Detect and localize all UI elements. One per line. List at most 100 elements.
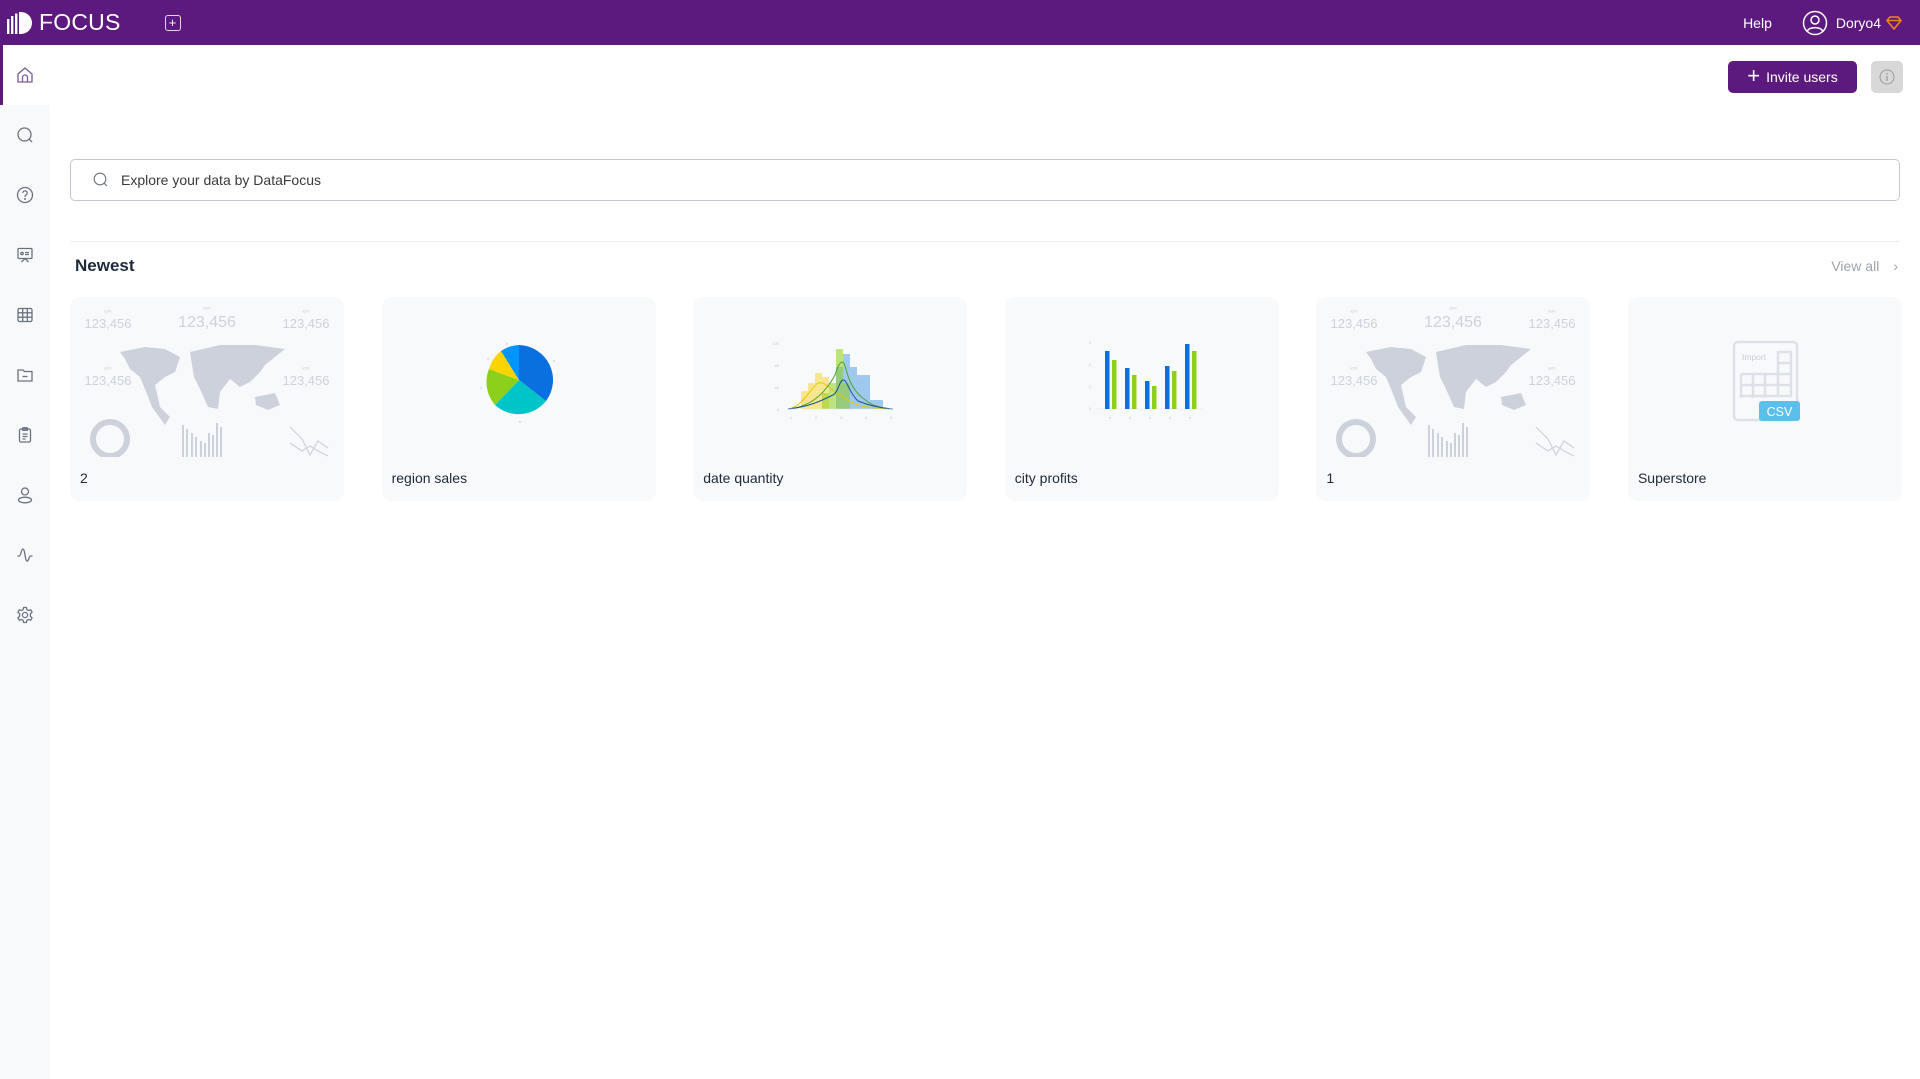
plus-icon: +	[1747, 63, 1761, 88]
x-tick: 4	[865, 415, 868, 420]
bar-blue-b	[1124, 368, 1130, 409]
section-divider	[70, 241, 1900, 242]
sidebar-item-settings[interactable]	[0, 585, 50, 645]
x-tick: e	[1189, 415, 1192, 420]
y-tick: 0	[1089, 406, 1092, 411]
focus-logo-icon	[7, 11, 32, 34]
app-logo[interactable]: FOCUS	[6, 0, 121, 45]
card-title: date quantity	[703, 470, 784, 486]
y-tick: 40	[775, 385, 780, 390]
dashboard-thumbnail: KPI KPI KPI KPI KPI 123,456 123,456 123,…	[70, 297, 344, 457]
kpi-label: KPI	[203, 306, 210, 311]
sidebar-item-clipboard[interactable]	[0, 405, 50, 465]
card-item[interactable]: 0 1 2 3 a b c d e city profits	[1004, 297, 1279, 501]
new-tab-button[interactable]: +	[164, 14, 181, 31]
csv-import-icon: Import CSV	[1732, 340, 1800, 422]
kpi-value: 123,456	[178, 314, 236, 331]
sidebar	[0, 45, 50, 1079]
username: Doryo4	[1835, 14, 1881, 31]
invite-users-button[interactable]: + Invite users	[1728, 61, 1857, 93]
card-item[interactable]: Import CSV Superstore	[1627, 297, 1902, 501]
kpi-label: KPI	[1351, 309, 1358, 314]
newest-cards: KPI KPI KPI KPI KPI 123,456 123,456 123,…	[70, 297, 1902, 501]
y-tick: 3	[1089, 340, 1092, 345]
pie-label: b	[518, 419, 521, 424]
card-title: region sales	[391, 470, 468, 486]
gear-icon	[17, 606, 33, 624]
pie-chart-preview-icon: a b c d e	[480, 341, 556, 424]
chevron-right-icon: ›	[1893, 258, 1898, 274]
y-tick: 1	[1089, 384, 1092, 389]
kpi-value: 123,456	[283, 316, 330, 331]
kpi-label: KPI	[1450, 306, 1457, 311]
bar-green-a	[1111, 360, 1117, 409]
kpi-value: 123,456	[1331, 316, 1378, 331]
info-button[interactable]	[1871, 61, 1903, 93]
card-item[interactable]: KPI KPI KPI KPI KPI 123,456 123,456 123,…	[1316, 297, 1591, 501]
card-title: city profits	[1014, 470, 1078, 486]
kpi-label: KPI	[1351, 366, 1358, 371]
bar-chart-preview-icon: 0 1 2 3 a b c d e	[1089, 340, 1203, 420]
main-content: + Invite users Newest View all › KPI	[50, 45, 1920, 1079]
bar-thumbnail: 0 1 2 3 a b c d e	[1005, 297, 1279, 457]
y-tick: 0	[777, 407, 780, 412]
presentation-icon	[17, 247, 33, 263]
plus-square-icon: +	[168, 15, 177, 30]
card-title: 2	[80, 470, 88, 486]
x-tick: b	[1129, 415, 1132, 420]
kpi-value: 123,456	[85, 316, 132, 331]
sidebar-item-home[interactable]	[0, 45, 50, 105]
sidebar-item-tables[interactable]	[0, 285, 50, 345]
pie-label: c	[480, 385, 482, 390]
view-all-link[interactable]: View all ›	[1831, 258, 1898, 274]
search-icon	[93, 172, 108, 187]
sidebar-item-presentation[interactable]	[0, 225, 50, 285]
section-title-newest: Newest	[75, 256, 135, 275]
kpi-label: KPI	[302, 309, 309, 314]
card-title: Superstore	[1637, 470, 1707, 486]
x-tick: d	[1169, 415, 1171, 420]
info-icon	[1879, 69, 1895, 85]
bar-green-b	[1131, 375, 1137, 409]
pulse-icon	[17, 548, 33, 562]
sidebar-item-search[interactable]	[0, 105, 50, 165]
pie-thumbnail: a b c d e	[382, 297, 656, 457]
grid-icon	[17, 307, 33, 323]
user-circle-icon	[1802, 10, 1828, 35]
sidebar-item-help[interactable]	[0, 165, 50, 225]
sidebar-item-monitor[interactable]	[0, 525, 50, 585]
kpi-value: 123,456	[1529, 373, 1576, 388]
dashboard-thumbnail: KPI KPI KPI KPI KPI 123,456 123,456 123,…	[1316, 297, 1590, 457]
search-input[interactable]	[121, 172, 1821, 188]
import-label: Import	[1742, 352, 1767, 362]
y-tick: 2	[1089, 362, 1092, 367]
pie-label: e	[505, 341, 508, 346]
card-item[interactable]: 0 40 80 100 1 2 3 4 5 date quantity	[693, 297, 968, 501]
bar-green-e	[1191, 351, 1197, 409]
search-icon	[17, 127, 33, 143]
y-tick: 100	[773, 341, 780, 346]
sidebar-item-folder[interactable]	[0, 345, 50, 405]
top-bar: FOCUS + Help Doryo4	[0, 0, 1920, 45]
card-item[interactable]: a b c d e region sales	[381, 297, 656, 501]
kpi-label: KPI	[1549, 366, 1556, 371]
card-item[interactable]: KPI KPI KPI KPI KPI 123,456 123,456 123,…	[70, 297, 344, 501]
bar-blue-a	[1104, 351, 1110, 409]
bar-green-c	[1151, 386, 1157, 409]
pie-label: a	[552, 358, 555, 363]
kpi-value: 123,456	[85, 373, 132, 388]
kpi-label: KPI	[302, 366, 309, 371]
help-link[interactable]: Help	[1743, 15, 1772, 31]
kpi-value: 123,456	[1529, 316, 1576, 331]
pie-label: d	[486, 356, 488, 361]
x-tick: 1	[790, 415, 793, 420]
y-tick: 80	[775, 363, 780, 368]
histogram-thumbnail: 0 40 80 100 1 2 3 4 5	[693, 297, 967, 457]
sidebar-item-users[interactable]	[0, 465, 50, 525]
clipboard-icon	[18, 427, 32, 443]
bar-blue-e	[1184, 344, 1190, 409]
x-tick: c	[1149, 415, 1151, 420]
folder-icon	[17, 369, 33, 382]
user-menu[interactable]: Doryo4	[1802, 10, 1902, 36]
kpi-value: 123,456	[1331, 373, 1378, 388]
